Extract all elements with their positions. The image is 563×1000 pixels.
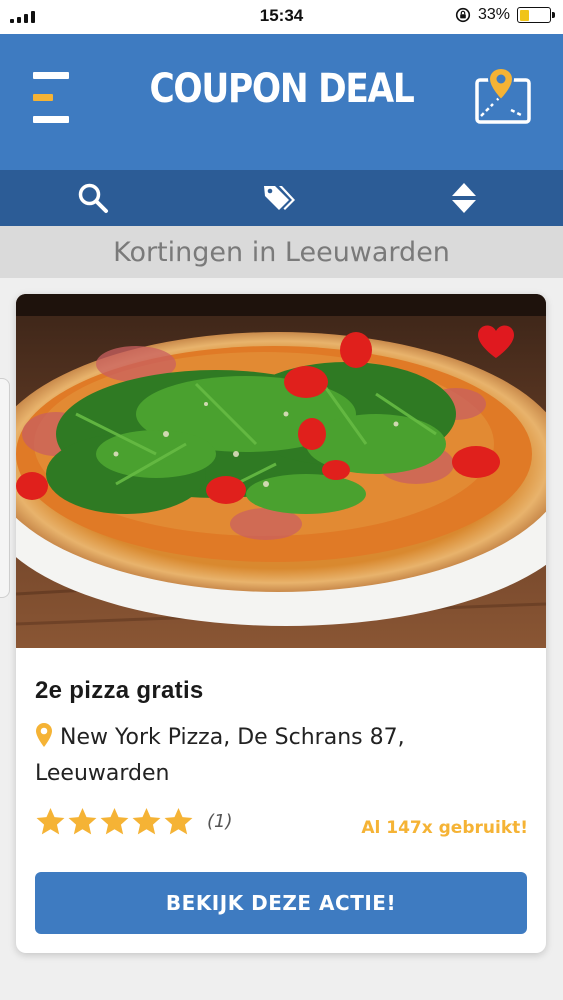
battery-percent: 33% [477,6,510,23]
deal-address: New York Pizza, De Schrans 87, Leeuwarde… [35,725,405,786]
battery-icon [517,7,555,23]
battery-level [519,9,530,21]
tags-button[interactable] [262,182,296,214]
star-icon [36,807,65,835]
sort-icon [452,183,476,213]
star-rating: (1) [35,806,233,837]
star-icon [132,807,161,835]
location-banner: Kortingen in Leeuwarden [0,226,563,278]
deal-card[interactable]: 2e pizza gratis New York Pizza, De Schra… [16,294,546,953]
app-header: COUPON DEAL [0,34,563,170]
star-icon [100,807,129,835]
star-icon [164,807,193,835]
review-count: (1) [207,811,233,832]
favorite-heart-icon[interactable] [476,324,516,360]
search-button[interactable] [76,182,110,214]
side-drawer-handle[interactable] [0,378,10,598]
search-icon [78,183,108,213]
usage-count: Al 147x gebruikt! [361,818,528,838]
deal-photo [16,294,546,648]
tags-icon [264,186,295,210]
toolbar [0,170,563,226]
star-icon [68,807,97,835]
app-title: COUPON DEAL [149,66,414,112]
rotation-lock-icon [455,7,471,23]
pizza-image [16,294,546,648]
map-pin-icon[interactable] [473,66,533,126]
page-title: Kortingen in Leeuwarden [113,236,450,268]
sort-button[interactable] [447,182,481,214]
status-right: 33% [455,6,555,24]
view-deal-button[interactable]: BEKIJK DEZE ACTIE! [35,872,527,934]
status-bar: 15:34 33% [0,0,563,34]
deal-title: 2e pizza gratis [35,677,204,704]
